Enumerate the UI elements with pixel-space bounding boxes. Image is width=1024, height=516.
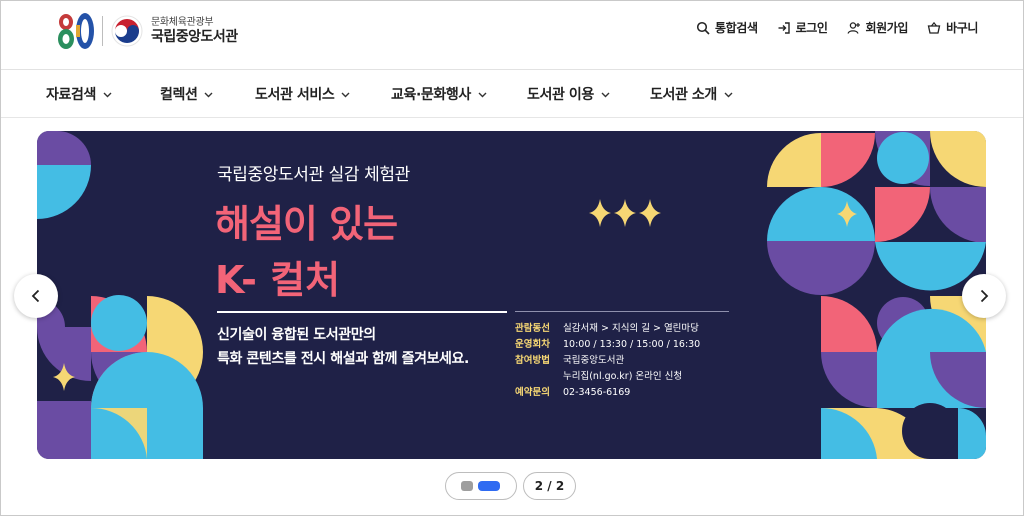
basket-icon [927,21,941,34]
info-times-value: 10:00 / 13:30 / 15:00 / 16:30 [563,339,701,350]
chevron-down-icon [103,92,112,97]
logo-divider [102,16,103,46]
carousel-prev-button[interactable] [14,274,58,318]
nav-item-search[interactable]: 자료검색 [46,84,113,104]
banner-title-line1: 해설이 있는 [215,202,398,246]
banner-desc-line1: 신기술이 융합된 도서관만의 [217,327,376,343]
slide-dot-1[interactable] [461,481,473,491]
banner-desc-line2: 특화 콘텐츠를 전시 해설과 함께 즐겨보세요. [217,351,469,367]
utility-menu: 통합검색 로그인 회원가입 바구니 [696,19,978,36]
chevron-down-icon [601,92,610,97]
slide-counter: 2 / 2 [523,472,576,500]
info-route-value: 실감서재 > 지식의 길 > 열린마당 [563,323,699,334]
nav-item-label: 교육·문화행사 [391,87,471,103]
geometric-decoration [37,131,986,459]
site-header: 문화체육관광부 국립중앙도서관 통합검색 로그인 회원가입 바구니 [0,0,1024,70]
main-navigation: 자료검색 컬렉션 도서관 서비스 교육·문화행사 도서관 이용 도서관 소개 [0,70,1024,118]
nav-item-label: 도서관 소개 [650,87,717,103]
info-contact-value: 02-3456-6169 [563,387,631,398]
info-apply-label: 참여방법 [515,355,550,366]
site-logo[interactable]: 문화체육관광부 국립중앙도서관 [56,10,238,52]
search-icon [696,21,710,35]
library-name: 국립중앙도서관 [151,28,238,45]
info-contact-label: 예약문의 [515,387,550,398]
signup-link[interactable]: 회원가입 [847,19,909,36]
login-link[interactable]: 로그인 [777,19,828,36]
nav-item-label: 자료검색 [46,87,96,103]
banner-info-divider [515,311,729,312]
nav-item-label: 도서관 서비스 [255,87,335,103]
taeguk-emblem-icon [111,15,143,47]
nav-item-services[interactable]: 도서관 서비스 [255,84,351,104]
chevron-down-icon [341,92,350,97]
nav-item-label: 컬렉션 [160,87,198,103]
info-apply-value2: 누리집(nl.go.kr) 온라인 신청 [563,371,683,382]
nav-item-usage[interactable]: 도서관 이용 [527,84,611,104]
banner-divider [217,311,507,313]
login-icon [778,21,790,34]
chevron-down-icon [724,92,733,97]
integrated-search-link[interactable]: 통합검색 [696,19,758,36]
login-label: 로그인 [795,21,828,35]
nav-item-label: 도서관 이용 [527,87,594,103]
banner-info: 관람동선 실감서재 > 지식의 길 > 열린마당 운영회차 10:00 / 13… [515,321,700,401]
info-route-label: 관람동선 [515,323,550,334]
banner-description: 신기술이 융합된 도서관만의 특화 콘텐츠를 전시 해설과 함께 즐겨보세요. [217,323,469,371]
banner-subtitle: 국립중앙도서관 실감 체험관 [217,165,410,185]
slide-dot-2-active[interactable] [478,481,500,491]
chevron-left-icon [31,289,40,303]
carousel-next-button[interactable] [962,274,1006,318]
anniversary-80-logo [56,11,98,51]
chevron-right-icon [980,289,989,303]
signup-label: 회원가입 [865,21,909,35]
basket-label: 바구니 [946,21,978,35]
chevron-down-icon [478,92,487,97]
nav-item-education[interactable]: 교육·문화행사 [391,84,488,104]
main-banner-slide[interactable]: 국립중앙도서관 실감 체험관 해설이 있는 K- 컬처 신기술이 융합된 도서관… [37,131,986,459]
banner-title-line2: K- 컬처 [215,258,341,302]
nav-item-collection[interactable]: 컬렉션 [160,84,214,104]
basket-link[interactable]: 바구니 [927,19,978,36]
info-apply-value1: 국립중앙도서관 [563,355,625,366]
integrated-search-label: 통합검색 [715,21,758,35]
carousel-indicator [445,472,517,500]
user-plus-icon [847,21,860,34]
info-times-label: 운영회차 [515,339,550,350]
chevron-down-icon [204,92,213,97]
ministry-name: 문화체육관광부 [151,17,214,29]
nav-item-about[interactable]: 도서관 소개 [650,84,734,104]
